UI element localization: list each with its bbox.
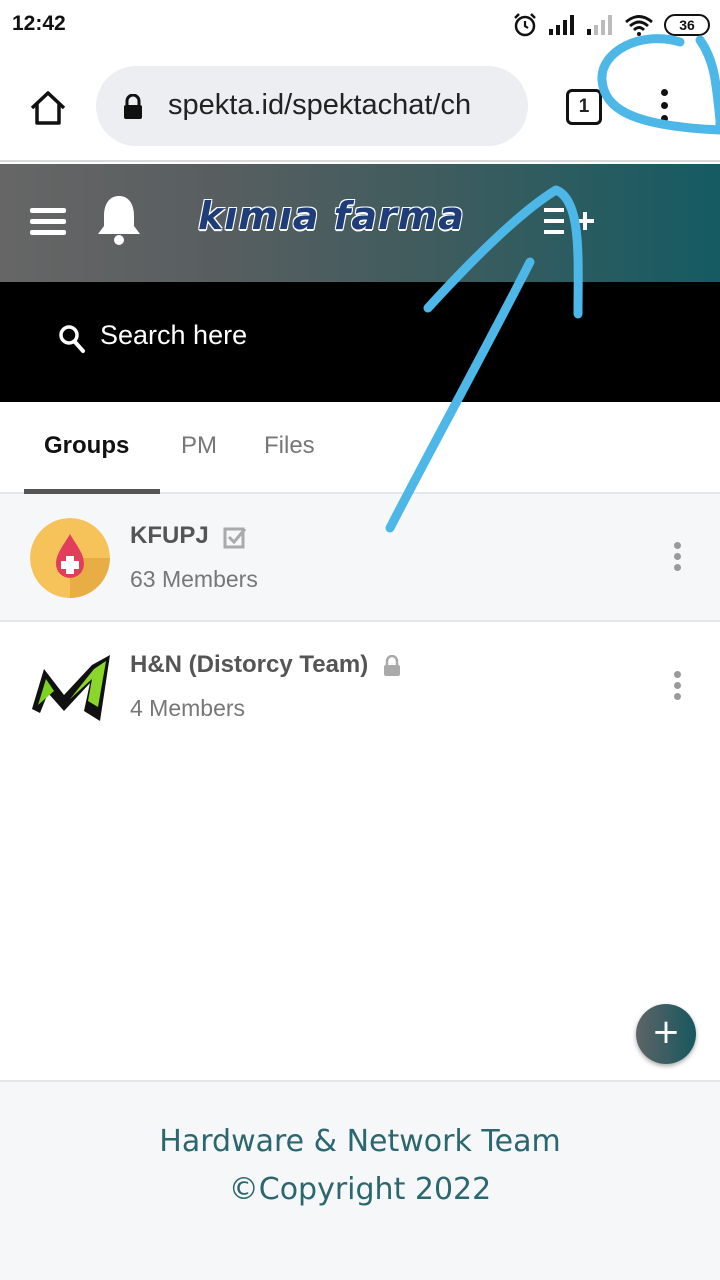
lock-icon <box>124 94 142 119</box>
avatar <box>30 647 110 727</box>
add-group-button[interactable]: + <box>636 1004 696 1064</box>
more-vert-icon[interactable] <box>674 671 682 704</box>
footer-copyright: ©Copyright 2022 <box>228 1172 492 1207</box>
group-name-text: H&N (Distorcy Team) <box>130 651 369 678</box>
tab-files[interactable]: Files <box>264 432 315 460</box>
more-vert-icon[interactable] <box>650 86 678 130</box>
avatar <box>30 518 110 598</box>
distorcy-logo-icon <box>32 655 110 721</box>
playlist-add-icon[interactable] <box>542 206 596 236</box>
verified-check-icon <box>223 527 247 549</box>
group-name: H&N (Distorcy Team) <box>130 651 401 679</box>
tab-bar: Groups PM Files <box>0 402 720 494</box>
status-icons: 36 <box>512 10 710 40</box>
lock-icon <box>383 654 400 676</box>
group-name: KFUPJ <box>130 522 247 550</box>
footer: Hardware & Network Team ©Copyright 2022 <box>0 1080 720 1280</box>
tab-groups[interactable]: Groups <box>44 432 129 460</box>
group-member-count: 63 Members <box>130 566 258 592</box>
tab-switcher-button[interactable]: 1 <box>566 89 602 125</box>
status-time: 12:42 <box>12 12 66 35</box>
signal-icon <box>549 15 574 35</box>
brand-logo: kımıa farma <box>198 194 465 238</box>
group-name-text: KFUPJ <box>130 522 209 549</box>
app-header: kımıa farma <box>0 164 720 282</box>
group-member-count: 4 Members <box>130 695 246 721</box>
group-row-kfupj[interactable]: KFUPJ 63 Members <box>0 494 720 622</box>
browser-toolbar: spekta.id/spektachat/ch 1 <box>0 52 720 162</box>
group-row-hn[interactable]: H&N (Distorcy Team) 4 Members <box>0 623 720 751</box>
signal-weak-icon <box>587 15 612 35</box>
status-bar: 12:42 36 <box>0 0 720 52</box>
battery-icon: 36 <box>664 14 710 36</box>
search-icon <box>59 325 85 353</box>
url-bar[interactable]: spekta.id/spektachat/ch <box>96 66 528 146</box>
menu-icon[interactable] <box>30 208 66 238</box>
tab-pm[interactable]: PM <box>181 432 217 460</box>
footer-team: Hardware & Network Team <box>159 1124 561 1159</box>
more-vert-icon[interactable] <box>674 542 682 575</box>
url-text: spekta.id/spektachat/ch <box>168 89 472 121</box>
blood-drop-icon <box>30 518 110 598</box>
search-input[interactable]: Search here <box>100 320 247 351</box>
bell-icon[interactable] <box>92 192 146 248</box>
home-icon[interactable] <box>28 88 68 128</box>
alarm-icon <box>514 13 536 37</box>
wifi-icon <box>625 15 653 36</box>
search-bar[interactable]: Search here <box>0 282 720 402</box>
